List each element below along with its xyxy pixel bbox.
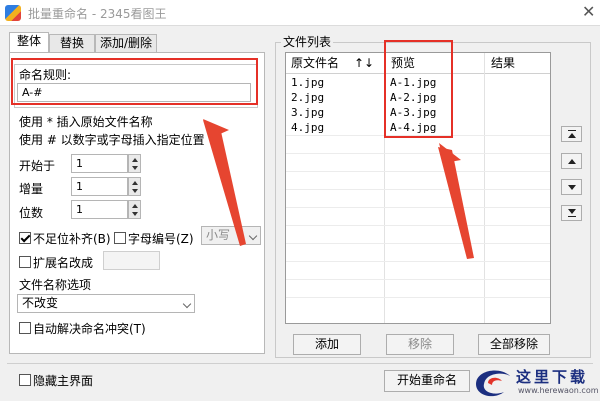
tab-add-delete[interactable]: 添加/删除 bbox=[95, 34, 157, 52]
start-at-spinner[interactable] bbox=[128, 154, 141, 173]
empty-row bbox=[286, 153, 550, 154]
watermark-url: www.herewaon.com bbox=[518, 386, 599, 395]
column-header-original[interactable]: 原文件名 bbox=[286, 53, 339, 73]
move-up-button[interactable] bbox=[561, 153, 582, 169]
start-at-input[interactable]: 1 bbox=[71, 154, 128, 173]
chevron-down-icon bbox=[248, 231, 258, 241]
column-header-result[interactable]: 结果 bbox=[486, 53, 515, 73]
increment-spinner[interactable] bbox=[128, 177, 141, 196]
letter-case-value: 小写 bbox=[206, 228, 231, 242]
tab-overall[interactable]: 整体 bbox=[9, 32, 49, 53]
letter-numbering-checkbox[interactable] bbox=[114, 232, 126, 244]
arrow-up-icon bbox=[568, 159, 576, 164]
cell-original: 3.jpg bbox=[291, 106, 325, 119]
start-rename-button[interactable]: 开始重命名 bbox=[384, 370, 470, 392]
empty-row bbox=[286, 189, 550, 190]
usage-line-1: 使用 * 插入原始文件名称 bbox=[19, 115, 153, 129]
close-icon[interactable]: ✕ bbox=[582, 2, 595, 21]
move-down-button[interactable] bbox=[561, 179, 582, 195]
empty-row bbox=[286, 297, 550, 298]
highlight-box-preview bbox=[384, 40, 453, 138]
digits-spinner[interactable] bbox=[128, 200, 141, 219]
change-extension-checkbox[interactable] bbox=[19, 256, 31, 268]
app-icon bbox=[5, 5, 21, 21]
bar-icon bbox=[568, 130, 576, 131]
filename-options-value: 不改变 bbox=[22, 296, 59, 310]
empty-row bbox=[286, 171, 550, 172]
cell-original: 4.jpg bbox=[291, 121, 325, 134]
remove-button[interactable]: 移除 bbox=[386, 334, 454, 355]
extension-input[interactable] bbox=[103, 251, 160, 270]
hide-main-checkbox[interactable] bbox=[19, 374, 31, 386]
arrow-down-icon bbox=[568, 209, 576, 214]
cell-original: 1.jpg bbox=[291, 76, 325, 89]
digits-label: 位数 bbox=[19, 206, 44, 220]
empty-row bbox=[286, 207, 550, 208]
highlight-box-rule bbox=[11, 58, 258, 105]
auto-resolve-label: 自动解决命名冲突(T) bbox=[33, 322, 146, 336]
chevron-down-icon bbox=[182, 299, 192, 309]
start-at-label: 开始于 bbox=[19, 159, 56, 173]
watermark-logo bbox=[476, 370, 510, 397]
increment-input[interactable]: 1 bbox=[71, 177, 128, 196]
empty-row bbox=[286, 243, 550, 244]
increment-label: 增量 bbox=[19, 182, 44, 196]
digits-input[interactable]: 1 bbox=[71, 200, 128, 219]
empty-row bbox=[286, 261, 550, 262]
empty-row bbox=[286, 225, 550, 226]
empty-row bbox=[286, 279, 550, 280]
window-title: 批量重命名 - 2345看图王 bbox=[28, 7, 167, 21]
bar-icon bbox=[568, 216, 576, 217]
hide-main-label: 隐藏主界面 bbox=[33, 374, 94, 388]
auto-resolve-checkbox[interactable] bbox=[19, 322, 31, 334]
zero-pad-label: 不足位补齐(B) bbox=[33, 232, 111, 246]
letter-case-select[interactable]: 小写 bbox=[201, 226, 261, 245]
remove-all-button[interactable]: 全部移除 bbox=[478, 334, 550, 355]
cell-original: 2.jpg bbox=[291, 91, 325, 104]
move-bottom-button[interactable] bbox=[561, 205, 582, 221]
add-button[interactable]: 添加 bbox=[293, 334, 361, 355]
file-list-legend: 文件列表 bbox=[281, 33, 334, 50]
filename-options-label: 文件名称选项 bbox=[19, 278, 92, 292]
tab-replace[interactable]: 替换 bbox=[49, 34, 95, 52]
letter-numbering-label: 字母编号(Z) bbox=[128, 232, 194, 246]
move-top-button[interactable] bbox=[561, 126, 582, 142]
filename-options-select[interactable]: 不改变 bbox=[17, 294, 195, 313]
title-bar: 批量重命名 - 2345看图王 ✕ bbox=[0, 0, 600, 26]
sort-icon[interactable]: ↑↓ bbox=[349, 53, 374, 73]
watermark-text: 这里下载 bbox=[516, 368, 589, 386]
zero-pad-checkbox[interactable] bbox=[19, 232, 31, 244]
arrow-up-icon bbox=[568, 133, 576, 138]
usage-line-2: 使用 # 以数字或字母插入指定位置 bbox=[19, 133, 205, 147]
arrow-down-icon bbox=[568, 185, 576, 190]
change-extension-label: 扩展名改成 bbox=[33, 256, 94, 270]
